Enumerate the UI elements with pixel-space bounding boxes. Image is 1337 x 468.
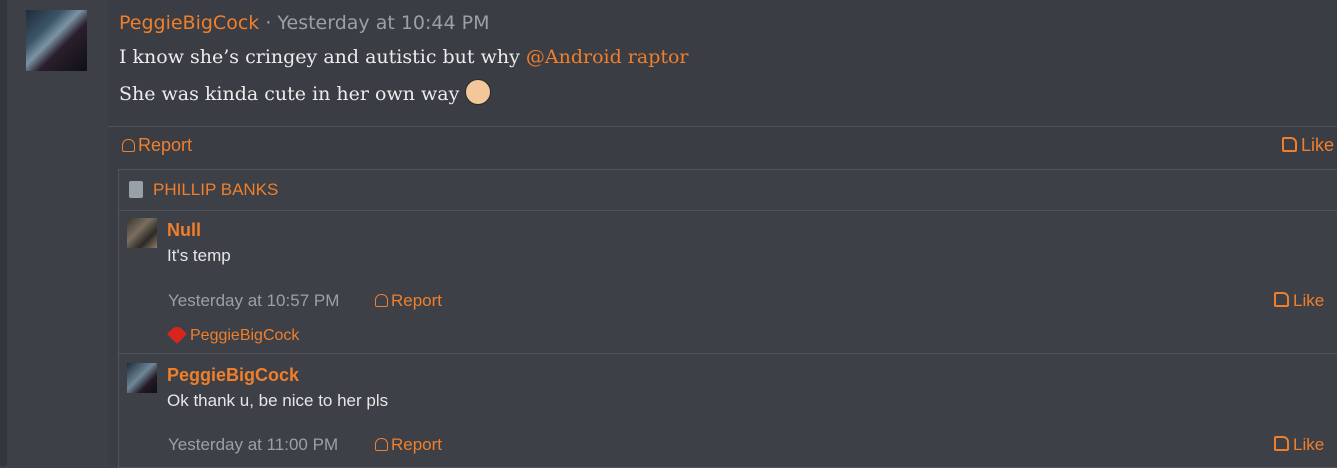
post-text: She was kinda cute in her own way bbox=[119, 83, 460, 105]
reply-author-link[interactable]: Null bbox=[167, 220, 201, 241]
report-label: Report bbox=[391, 291, 443, 310]
thumbs-up-icon bbox=[1274, 292, 1289, 307]
thumbs-up-icon bbox=[1274, 436, 1289, 451]
reply-timestamp[interactable]: Yesterday at 10:57 PM bbox=[168, 291, 339, 311]
post-meta: PeggieBigCock · Yesterday at 10:44 PM bbox=[119, 12, 489, 34]
reply-thread: PHILLIP BANKS Null It's temp Yesterday a… bbox=[118, 169, 1337, 468]
reply-divider bbox=[119, 353, 1337, 354]
post-message-line-2: She was kinda cute in her own way bbox=[119, 79, 492, 108]
reply-report-button[interactable]: Report bbox=[375, 291, 442, 311]
heart-icon bbox=[167, 324, 187, 344]
frowning-face-emoji-icon bbox=[465, 79, 492, 105]
like-label: Like bbox=[1301, 135, 1335, 155]
reply-text: It's temp bbox=[167, 246, 231, 265]
reply-like-button[interactable]: Like bbox=[1274, 291, 1324, 311]
like-label: Like bbox=[1293, 435, 1325, 454]
post-timestamp[interactable]: Yesterday at 10:44 PM bbox=[277, 12, 489, 34]
report-label: Report bbox=[138, 135, 193, 155]
thread-icon bbox=[129, 181, 143, 198]
post-text: I know she’s cringey and autistic but wh… bbox=[119, 46, 526, 68]
reply-avatar[interactable] bbox=[127, 218, 157, 248]
post-author-link[interactable]: PeggieBigCock bbox=[119, 12, 259, 34]
reply-avatar[interactable] bbox=[127, 363, 157, 393]
meta-separator: · bbox=[265, 12, 272, 34]
bell-icon bbox=[375, 294, 388, 307]
bell-icon bbox=[122, 139, 135, 152]
user-mention-link[interactable]: @Android raptor bbox=[526, 46, 689, 68]
reaction-user: PeggieBigCock bbox=[190, 327, 300, 344]
reaction-summary[interactable]: PeggieBigCock bbox=[167, 324, 300, 345]
left-strip bbox=[0, 0, 7, 466]
thread-title-link[interactable]: PHILLIP BANKS bbox=[153, 180, 278, 200]
like-label: Like bbox=[1293, 291, 1325, 310]
author-avatar[interactable] bbox=[26, 10, 87, 71]
post-message-line-1: I know she’s cringey and autistic but wh… bbox=[119, 46, 689, 68]
bell-icon bbox=[375, 438, 388, 451]
reply-report-button[interactable]: Report bbox=[375, 435, 442, 455]
reply-text: Ok thank u, be nice to her pls bbox=[167, 391, 389, 410]
thread-header: PHILLIP BANKS bbox=[119, 170, 1337, 211]
reply-author-link[interactable]: PeggieBigCock bbox=[167, 365, 299, 386]
thumbs-up-icon bbox=[1282, 137, 1297, 152]
like-button[interactable]: Like bbox=[1282, 135, 1334, 156]
reply-like-button[interactable]: Like bbox=[1274, 435, 1324, 455]
report-button[interactable]: Report bbox=[122, 135, 192, 156]
reply-timestamp[interactable]: Yesterday at 11:00 PM bbox=[168, 435, 338, 455]
post-divider bbox=[108, 126, 1337, 127]
report-label: Report bbox=[391, 435, 443, 454]
